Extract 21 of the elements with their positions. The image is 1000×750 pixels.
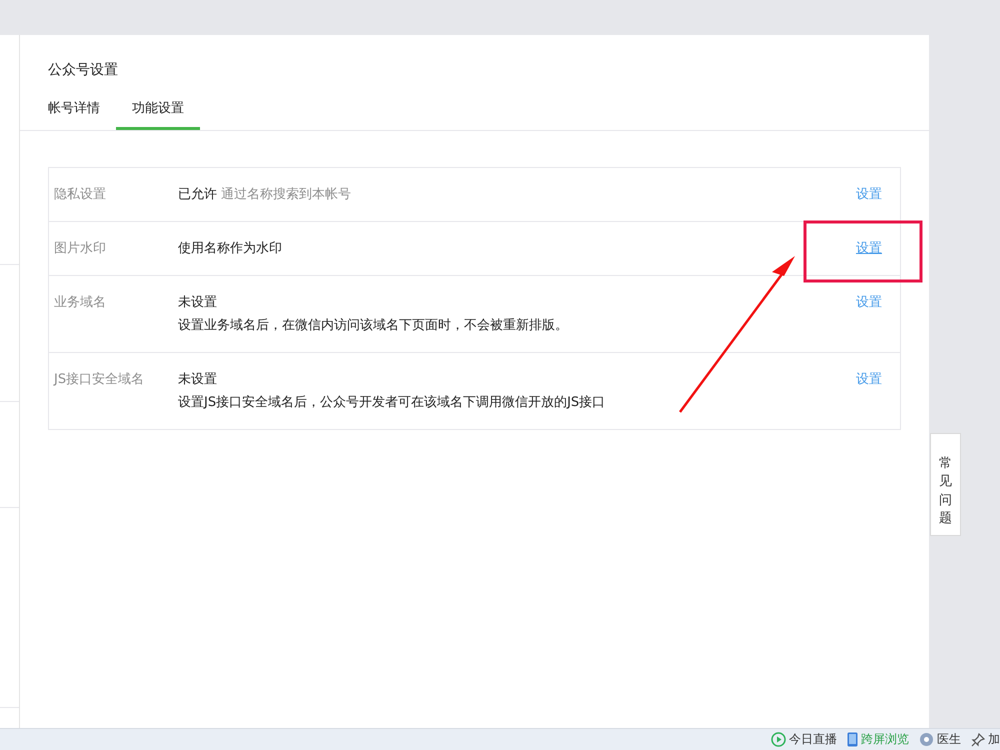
phone-icon [847, 732, 858, 747]
disc-icon [919, 732, 934, 747]
setting-label: 隐私设置 [54, 188, 107, 202]
setting-description: 设置JS接口安全域名后，公众号开发者可在该域名下调用微信开放的JS接口 [178, 396, 606, 410]
setting-value: 未设置 [178, 373, 218, 387]
status-item[interactable]: 医生 [937, 731, 961, 748]
pin-icon [971, 732, 985, 746]
setting-label: JS接口安全域名 [54, 373, 146, 387]
setting-value: 已允许 通过名称搜索到本帐号 [178, 188, 352, 202]
faq-tab[interactable]: 常见问题 [930, 433, 961, 536]
setting-value: 使用名称作为水印 [178, 242, 283, 256]
setting-label: 图片水印 [54, 242, 107, 256]
tab[interactable]: 帐号详情 [48, 99, 116, 130]
setting-description: 设置业务域名后，在微信内访问该域名下页面时，不会被重新排版。 [178, 319, 569, 333]
status-item[interactable]: 今日直播 [789, 731, 837, 748]
setting-value: 未设置 [178, 296, 218, 310]
panel-title: 公众号设置 [48, 61, 119, 79]
play-icon [771, 732, 786, 747]
setting-label: 业务域名 [54, 296, 107, 310]
status-item[interactable]: 加 [988, 731, 1000, 748]
tab[interactable]: 功能设置 [116, 99, 200, 130]
